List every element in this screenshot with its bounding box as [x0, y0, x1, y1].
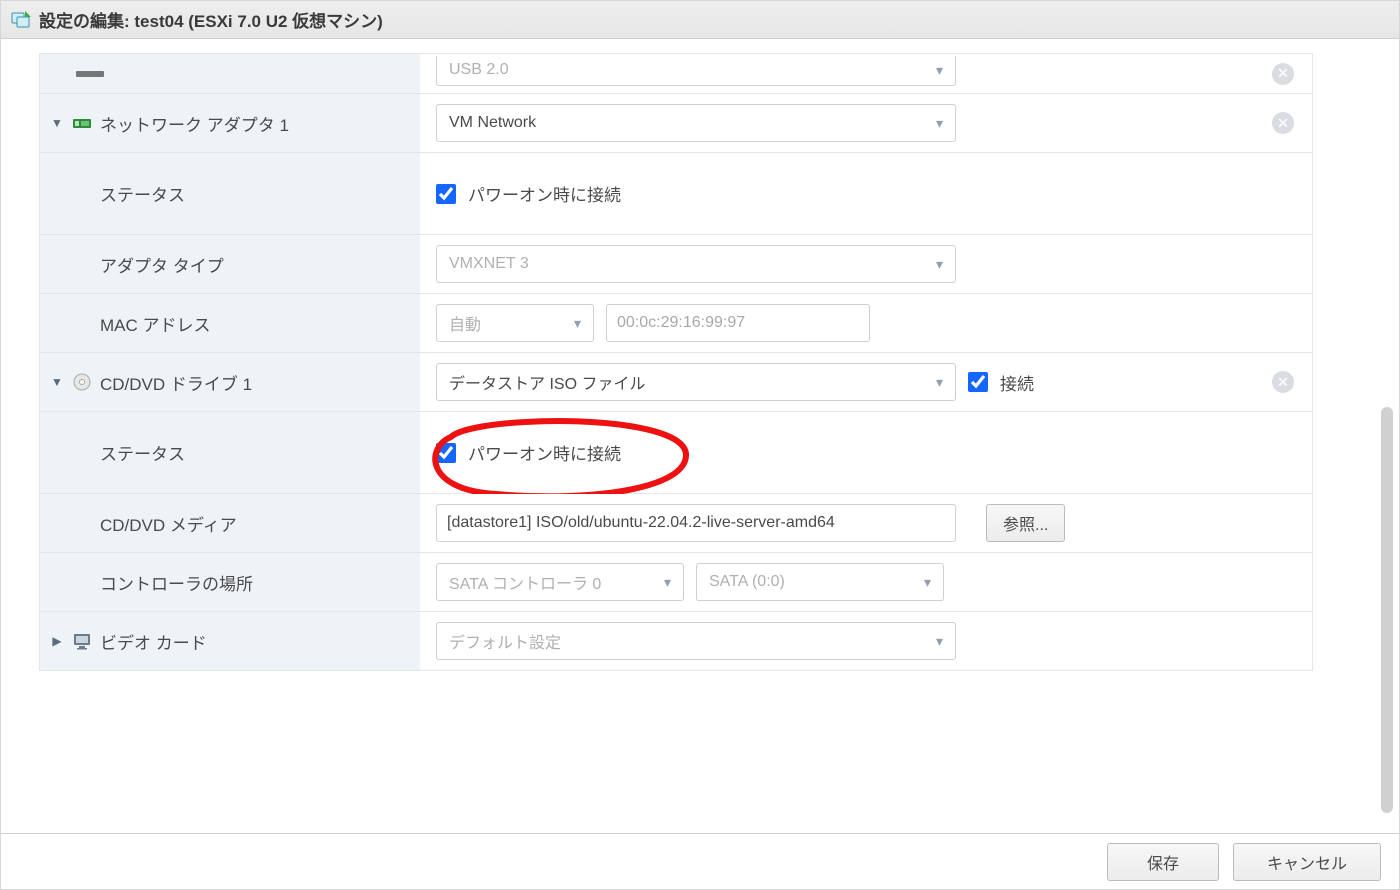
- cd-status-row: ステータス パワーオン時に接続: [40, 412, 1312, 494]
- nic-network-text: VM Network: [449, 114, 536, 132]
- cd-type-text: データストア ISO ファイル: [449, 370, 645, 394]
- cd-controller-text: SATA コントローラ 0: [449, 570, 601, 594]
- nic-adapter-type-label: アダプタ タイプ: [100, 252, 224, 277]
- nic-adapter-type-value-cell: VMXNET 3 ▾: [420, 235, 1312, 293]
- video-row: ▶ ビデオ カード デフォルト設定 ▾: [40, 612, 1312, 670]
- nic-icon: [72, 113, 92, 133]
- cd-connect-label: 接続: [1000, 370, 1034, 395]
- hardware-panel: USB 2.0 ▾ ✕ ▼ ネットワーク アダプタ 1 VM: [39, 53, 1313, 671]
- nic-mac-input[interactable]: [606, 304, 870, 342]
- remove-cd-button[interactable]: ✕: [1272, 371, 1294, 393]
- nic-mac-mode-text: 自動: [449, 311, 481, 335]
- cd-value-cell: データストア ISO ファイル ▾ 接続 ✕: [420, 353, 1312, 411]
- video-label-cell: ▶ ビデオ カード: [40, 612, 420, 670]
- cd-slot-text: SATA (0:0): [709, 573, 785, 591]
- cd-controller-label-cell: コントローラの場所: [40, 553, 420, 611]
- cancel-button[interactable]: キャンセル: [1233, 843, 1381, 881]
- chevron-down-icon[interactable]: ▼: [50, 375, 64, 389]
- nic-adapter-type-select[interactable]: VMXNET 3 ▾: [436, 245, 956, 283]
- cd-controller-value-cell: SATA コントローラ 0 ▾ SATA (0:0) ▾: [420, 553, 1312, 611]
- nic-connect-on-power-checkbox[interactable]: [436, 184, 456, 204]
- titlebar: 設定の編集: test04 (ESXi 7.0 U2 仮想マシン): [1, 1, 1399, 39]
- nic-mac-label: MAC アドレス: [100, 311, 211, 336]
- cd-type-select[interactable]: データストア ISO ファイル ▾: [436, 363, 956, 401]
- cd-header-row: ▼ CD/DVD ドライブ 1 データストア ISO ファイル ▾ 接続 ✕: [40, 353, 1312, 412]
- nic-status-label: ステータス: [100, 181, 185, 206]
- nic-mac-row: MAC アドレス 自動 ▾: [40, 294, 1312, 353]
- cd-slot-select[interactable]: SATA (0:0) ▾: [696, 563, 944, 601]
- video-value-cell: デフォルト設定 ▾: [420, 612, 1312, 670]
- nic-mac-label-cell: MAC アドレス: [40, 294, 420, 352]
- cd-connect-checkbox[interactable]: [968, 372, 988, 392]
- cd-connect-on-power-label: パワーオン時に接続: [468, 440, 621, 465]
- video-select[interactable]: デフォルト設定 ▾: [436, 622, 956, 660]
- chevron-down-icon: ▾: [936, 374, 943, 391]
- cd-controller-label: コントローラの場所: [100, 570, 253, 595]
- video-select-text: デフォルト設定: [449, 629, 561, 653]
- nic-mac-mode-select[interactable]: 自動 ▾: [436, 304, 594, 342]
- dialog-footer: 保存 キャンセル: [1, 833, 1399, 889]
- usb-row: USB 2.0 ▾ ✕: [40, 54, 1312, 94]
- chevron-down-icon: ▾: [664, 574, 671, 591]
- nic-status-row: ステータス パワーオン時に接続: [40, 153, 1312, 235]
- usb-value-cell: USB 2.0 ▾ ✕: [420, 54, 1312, 93]
- cd-media-label-cell: CD/DVD メディア: [40, 494, 420, 552]
- nic-value-cell: VM Network ▾ ✕: [420, 94, 1312, 152]
- cd-media-input[interactable]: [436, 504, 956, 542]
- cd-status-value-cell: パワーオン時に接続: [420, 412, 1312, 493]
- chevron-down-icon: ▾: [936, 256, 943, 273]
- cd-status-label: ステータス: [100, 440, 185, 465]
- cd-media-label: CD/DVD メディア: [100, 511, 237, 536]
- usb-label-cell: [40, 54, 420, 93]
- cd-media-value-cell: 参照...: [420, 494, 1312, 552]
- chevron-down-icon: ▾: [936, 115, 943, 132]
- remove-nic-button[interactable]: ✕: [1272, 112, 1294, 134]
- nic-connect-on-power-label: パワーオン時に接続: [468, 181, 621, 206]
- nic-status-value-cell: パワーオン時に接続: [420, 153, 1312, 234]
- cd-media-row: CD/DVD メディア 参照...: [40, 494, 1312, 553]
- remove-usb-button[interactable]: ✕: [1272, 63, 1294, 85]
- nic-adapter-type-text: VMXNET 3: [449, 255, 529, 273]
- usb-select[interactable]: USB 2.0 ▾: [436, 56, 956, 86]
- video-label: ビデオ カード: [100, 629, 207, 654]
- chevron-down-icon: ▾: [936, 633, 943, 650]
- window-title: 設定の編集: test04 (ESXi 7.0 U2 仮想マシン): [39, 7, 383, 32]
- dialog-body: USB 2.0 ▾ ✕ ▼ ネットワーク アダプタ 1 VM: [1, 39, 1399, 833]
- chevron-down-icon: ▾: [924, 574, 931, 591]
- nic-status-label-cell: ステータス: [40, 153, 420, 234]
- save-button[interactable]: 保存: [1107, 843, 1219, 881]
- nic-network-select[interactable]: VM Network ▾: [436, 104, 956, 142]
- chevron-down-icon: ▾: [574, 315, 581, 332]
- nic-header-row: ▼ ネットワーク アダプタ 1 VM Network ▾ ✕: [40, 94, 1312, 153]
- vm-icon: [11, 10, 31, 30]
- usb-icon: [76, 71, 104, 77]
- monitor-icon: [72, 631, 92, 651]
- cd-label: CD/DVD ドライブ 1: [100, 370, 252, 395]
- nic-mac-value-cell: 自動 ▾: [420, 294, 1312, 352]
- nic-adapter-type-row: アダプタ タイプ VMXNET 3 ▾: [40, 235, 1312, 294]
- nic-adapter-type-label-cell: アダプタ タイプ: [40, 235, 420, 293]
- cd-icon: [72, 372, 92, 392]
- cd-connect-on-power-checkbox[interactable]: [436, 443, 456, 463]
- chevron-down-icon[interactable]: ▼: [50, 116, 64, 130]
- chevron-down-icon: ▾: [936, 62, 943, 79]
- cd-label-cell: ▼ CD/DVD ドライブ 1: [40, 353, 420, 411]
- scrollbar-thumb[interactable]: [1381, 407, 1393, 813]
- browse-button[interactable]: 参照...: [986, 504, 1065, 542]
- cd-controller-row: コントローラの場所 SATA コントローラ 0 ▾ SATA (0:0) ▾: [40, 553, 1312, 612]
- nic-label-cell: ▼ ネットワーク アダプタ 1: [40, 94, 420, 152]
- chevron-right-icon[interactable]: ▶: [50, 634, 64, 648]
- nic-label: ネットワーク アダプタ 1: [100, 111, 289, 136]
- cd-controller-select[interactable]: SATA コントローラ 0 ▾: [436, 563, 684, 601]
- usb-select-text: USB 2.0: [449, 61, 509, 79]
- edit-settings-window: 設定の編集: test04 (ESXi 7.0 U2 仮想マシン) USB 2.…: [0, 0, 1400, 890]
- cd-status-label-cell: ステータス: [40, 412, 420, 493]
